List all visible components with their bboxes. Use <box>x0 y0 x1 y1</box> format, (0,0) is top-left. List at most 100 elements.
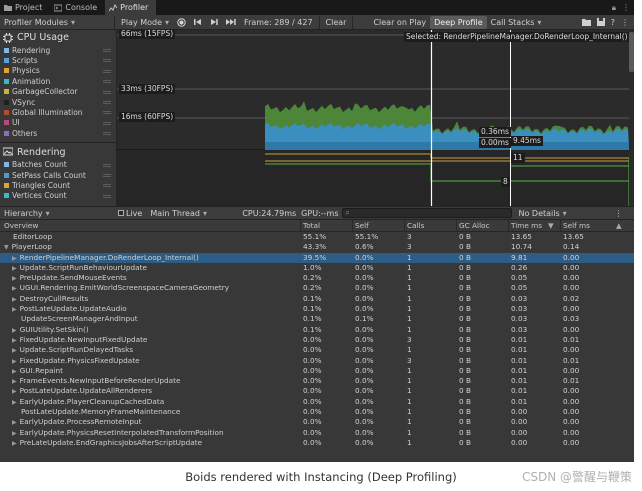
expand-arrow-icon[interactable]: ▶ <box>12 327 17 334</box>
drag-handle-icon[interactable] <box>103 121 111 125</box>
next-frame-button[interactable] <box>206 16 222 29</box>
drag-handle-icon[interactable] <box>103 90 111 94</box>
kebab-menu-icon[interactable]: ⋮ <box>622 3 630 12</box>
table-row[interactable]: ▶ FixedUpdate.PhysicsFixedUpdate 0.0% 0.0% 3… <box>0 356 634 366</box>
table-row[interactable]: ▼ PlayerLoop 43.3% 0.6% 3 0 B 10.74 0.14 <box>0 242 634 252</box>
cpu-module-item[interactable]: UI <box>0 118 116 128</box>
column-divider[interactable] <box>404 220 405 232</box>
expand-arrow-icon[interactable]: ▶ <box>12 368 17 375</box>
tab-console[interactable]: Console <box>50 0 105 15</box>
drag-handle-icon[interactable] <box>103 59 111 63</box>
table-row[interactable]: ▶ EarlyUpdate.PlayerCleanupCachedData 0.0%… <box>0 397 634 407</box>
expand-arrow-icon[interactable]: ▶ <box>12 388 17 395</box>
live-toggle[interactable]: Live <box>114 207 146 220</box>
expand-arrow-icon[interactable]: ▶ <box>12 430 17 437</box>
table-row[interactable]: ▶ PreLateUpdate.EndGraphicsJobsAfterScrip… <box>0 438 634 448</box>
rendering-module-header[interactable]: Rendering <box>0 145 116 160</box>
column-header-self-ms[interactable]: Self ms <box>563 220 590 232</box>
drag-handle-icon[interactable] <box>103 184 111 188</box>
table-row[interactable]: ▶ EarlyUpdate.PhysicsResetInterpolatedTra… <box>0 428 634 438</box>
column-header-overview[interactable]: Overview <box>4 220 38 232</box>
cpu-module-item[interactable]: Physics <box>0 66 116 76</box>
expand-arrow-icon[interactable]: ▶ <box>12 285 17 292</box>
call-stacks-dropdown[interactable]: Call Stacks <box>487 16 546 29</box>
expand-arrow-icon[interactable]: ▶ <box>12 337 17 344</box>
drag-handle-icon[interactable] <box>103 100 111 104</box>
table-row[interactable]: ▶ UGUI.Rendering.EmitWorldScreenspaceCame… <box>0 283 634 293</box>
expand-arrow-icon[interactable]: ▶ <box>12 306 17 313</box>
column-options-icon[interactable]: ▲ <box>616 220 622 232</box>
expand-arrow-icon[interactable]: ▼ <box>4 244 9 251</box>
profiler-graph-area[interactable]: 66ms (15FPS) 33ms (30FPS) 16ms (60FPS) S… <box>117 30 629 206</box>
table-row[interactable]: ▶ Update.ScriptRunDelayedTasks 0.0% 0.0% 1 0 … <box>0 345 634 355</box>
table-row[interactable]: ▶ GUI.Repaint 0.0% 0.0% 1 0 B 0.01 0.00 <box>0 366 634 376</box>
cpu-module-header[interactable]: CPU Usage <box>0 30 116 45</box>
cpu-module-item[interactable]: Scripts <box>0 55 116 65</box>
column-divider[interactable] <box>300 220 301 232</box>
rendering-module-item[interactable]: Batches Count <box>0 160 116 170</box>
play-mode-dropdown[interactable]: Play Mode <box>117 16 173 29</box>
drag-handle-icon[interactable] <box>103 49 111 52</box>
table-row[interactable]: ▶ RenderPipelineManager.DoRenderLoop_Inte… <box>0 252 634 263</box>
expand-arrow-icon[interactable]: ▶ <box>12 255 17 262</box>
expand-arrow-icon[interactable]: ▶ <box>12 419 17 426</box>
options-menu-icon[interactable]: ⋮ <box>621 18 629 27</box>
expand-arrow-icon[interactable]: ▶ <box>12 347 17 354</box>
table-row[interactable]: ▶ FixedUpdate.NewInputFixedUpdate 0.0% 0.0%… <box>0 335 634 345</box>
table-row[interactable]: PostLateUpdate.MemoryFrameMaintenance 0.0… <box>0 407 634 417</box>
drag-handle-icon[interactable] <box>103 111 111 115</box>
view-mode-dropdown[interactable]: Hierarchy <box>0 207 114 220</box>
expand-arrow-icon[interactable]: ▶ <box>12 265 17 272</box>
table-row[interactable]: ▶ EarlyUpdate.ProcessRemoteInput 0.0% 0.0% 1… <box>0 417 634 427</box>
column-divider[interactable] <box>352 220 353 232</box>
drag-handle-icon[interactable] <box>103 80 111 84</box>
live-checkbox[interactable] <box>118 210 124 216</box>
column-divider[interactable] <box>560 220 561 232</box>
last-frame-button[interactable] <box>222 16 240 29</box>
cpu-module-item[interactable]: Others <box>0 128 116 138</box>
rendering-module-item[interactable]: Vertices Count <box>0 191 116 201</box>
expand-arrow-icon[interactable]: ▶ <box>12 378 17 385</box>
table-row[interactable]: EditorLoop 55.1% 55.1% 3 0 B 13.65 13.65 <box>0 232 634 242</box>
table-row[interactable]: ▶ PostLateUpdate.UpdateAudio 0.1% 0.0% 1 0 B 0… <box>0 304 634 314</box>
rendering-module-item[interactable]: SetPass Calls Count <box>0 170 116 180</box>
table-row[interactable]: ▶ PreUpdate.SendMouseEvents 0.2% 0.0% 1 0 B 0.… <box>0 273 634 283</box>
drag-handle-icon[interactable] <box>103 69 111 73</box>
cpu-module-item[interactable]: Animation <box>0 76 116 86</box>
table-row[interactable]: ▶ DestroyCullResults 0.1% 0.0% 1 0 B 0.03 0.02 <box>0 294 634 304</box>
table-row[interactable]: ▶ Update.ScriptRunBehaviourUpdate 1.0% 0.0%… <box>0 263 634 273</box>
column-header-gc-alloc[interactable]: GC Alloc <box>459 220 490 232</box>
tab-profiler[interactable]: Profiler <box>105 0 157 15</box>
rendering-module-item[interactable]: Triangles Count <box>0 180 116 190</box>
details-dropdown[interactable]: No Details <box>514 207 610 220</box>
details-menu-icon[interactable]: ⋮ <box>610 209 626 218</box>
scrollbar-thumb[interactable] <box>629 32 634 72</box>
table-row[interactable]: ▶ GUIUtility.SetSkin() 0.1% 0.0% 1 0 B 0.03 0.0… <box>0 325 634 335</box>
load-icon[interactable] <box>581 18 591 26</box>
help-icon[interactable]: ? <box>611 18 615 27</box>
graph-scrollbar[interactable] <box>629 30 634 206</box>
column-header-calls[interactable]: Calls <box>407 220 424 232</box>
column-header-self[interactable]: Self <box>355 220 369 232</box>
drag-handle-icon[interactable] <box>103 132 111 136</box>
lock-icon[interactable]: 🔒︎ <box>612 3 616 13</box>
cpu-usage-graph[interactable] <box>117 30 629 206</box>
first-frame-button[interactable] <box>190 16 206 29</box>
column-divider[interactable] <box>508 220 509 232</box>
tab-project[interactable]: Project <box>0 0 50 15</box>
expand-arrow-icon[interactable]: ▶ <box>12 296 17 303</box>
hierarchy-table[interactable]: EditorLoop 55.1% 55.1% 3 0 B 13.65 13.65 ▼ Playe… <box>0 232 634 462</box>
expand-arrow-icon[interactable]: ▶ <box>12 358 17 365</box>
drag-handle-icon[interactable] <box>103 173 111 177</box>
column-header-total[interactable]: Total <box>303 220 320 232</box>
table-row[interactable]: UpdateScreenManagerAndInput 0.1% 0.1% 1 0 B 0… <box>0 314 634 324</box>
clear-button[interactable]: Clear <box>322 16 351 29</box>
search-input[interactable]: ⌕ <box>342 208 513 218</box>
clear-on-play-toggle[interactable]: Clear on Play <box>369 16 430 29</box>
column-divider[interactable] <box>456 220 457 232</box>
drag-handle-icon[interactable] <box>103 163 111 167</box>
cpu-module-item[interactable]: Global Illumination <box>0 107 116 117</box>
record-button[interactable] <box>173 16 190 29</box>
cpu-module-item[interactable]: GarbageCollector <box>0 87 116 97</box>
cpu-module-item[interactable]: Rendering <box>0 45 116 55</box>
